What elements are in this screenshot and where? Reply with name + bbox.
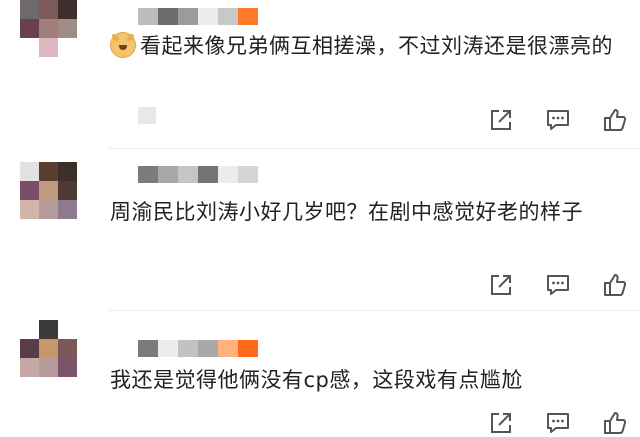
name-pixel: [118, 340, 138, 357]
comment-icon[interactable]: [545, 410, 571, 436]
avatar-pixel: [20, 19, 39, 38]
avatar-pixel: [39, 38, 58, 57]
name-pixel: [198, 8, 218, 25]
avatar[interactable]: [20, 162, 77, 219]
avatar-pixel: [39, 19, 58, 38]
divider: [108, 148, 640, 149]
avatar-pixel: [20, 339, 39, 358]
avatar-pixel: [39, 358, 58, 377]
name-pixel: [178, 166, 198, 183]
avatar[interactable]: [20, 320, 77, 377]
avatar-pixel: [58, 339, 77, 358]
divider: [108, 310, 640, 311]
avatar-pixel: [58, 200, 77, 219]
comment-text: 看起来像兄弟俩互相搓澡，不过刘涛还是很漂亮的: [110, 30, 630, 63]
action-bar: [488, 410, 628, 436]
name-pixel: [218, 8, 238, 25]
name-pixel: [158, 8, 178, 25]
avatar-pixel: [20, 358, 39, 377]
share-icon[interactable]: [488, 107, 514, 133]
name-pixel: [238, 8, 258, 25]
comment-text: 我还是觉得他俩没有cp感，这段戏有点尴尬: [110, 364, 630, 397]
like-icon[interactable]: [602, 107, 628, 133]
dog-face-emoji-icon: [110, 32, 136, 58]
comment-icon[interactable]: [545, 107, 571, 133]
comment-text-content: 周渝民比刘涛小好几岁吧？在剧中感觉好老的样子: [110, 200, 583, 224]
avatar-pixel: [58, 181, 77, 200]
avatar-pixel: [20, 320, 39, 339]
name-pixel: [158, 340, 178, 357]
avatar-pixel: [58, 320, 77, 339]
action-bar: [488, 107, 628, 133]
avatar-pixel: [58, 358, 77, 377]
avatar-pixel: [58, 0, 77, 19]
user-name[interactable]: [118, 8, 258, 25]
name-pixel: [198, 340, 218, 357]
avatar[interactable]: [20, 0, 77, 57]
avatar-pixel: [58, 38, 77, 57]
user-name[interactable]: [118, 340, 258, 357]
avatar-pixel: [20, 200, 39, 219]
name-pixel: [178, 340, 198, 357]
name-pixel: [238, 340, 258, 357]
avatar-pixel: [20, 0, 39, 19]
name-pixel: [138, 340, 158, 357]
comment-icon[interactable]: [545, 272, 571, 298]
name-pixel: [178, 8, 198, 25]
share-icon[interactable]: [488, 410, 514, 436]
avatar-pixel: [58, 162, 77, 181]
name-pixel: [198, 166, 218, 183]
like-icon[interactable]: [602, 410, 628, 436]
name-pixel: [138, 166, 158, 183]
avatar-pixel: [20, 162, 39, 181]
like-icon[interactable]: [602, 272, 628, 298]
avatar-pixel: [58, 19, 77, 38]
action-bar: [488, 272, 628, 298]
name-pixel: [118, 166, 138, 183]
timestamp: [138, 107, 156, 124]
name-pixel: [158, 166, 178, 183]
comment-text: 周渝民比刘涛小好几岁吧？在剧中感觉好老的样子: [110, 196, 630, 229]
avatar-pixel: [39, 0, 58, 19]
name-pixel: [218, 340, 238, 357]
avatar-pixel: [39, 162, 58, 181]
share-icon[interactable]: [488, 272, 514, 298]
avatar-pixel: [39, 339, 58, 358]
avatar-pixel: [20, 181, 39, 200]
name-pixel: [238, 166, 258, 183]
name-pixel: [138, 8, 158, 25]
user-name[interactable]: [118, 166, 258, 183]
avatar-pixel: [20, 38, 39, 57]
avatar-pixel: [39, 200, 58, 219]
comment-text-content: 我还是觉得他俩没有cp感，这段戏有点尴尬: [110, 368, 523, 392]
comment-text-content: 看起来像兄弟俩互相搓澡，不过刘涛还是很漂亮的: [140, 34, 613, 58]
name-pixel: [218, 166, 238, 183]
avatar-pixel: [39, 320, 58, 339]
avatar-pixel: [39, 181, 58, 200]
name-pixel: [118, 8, 138, 25]
